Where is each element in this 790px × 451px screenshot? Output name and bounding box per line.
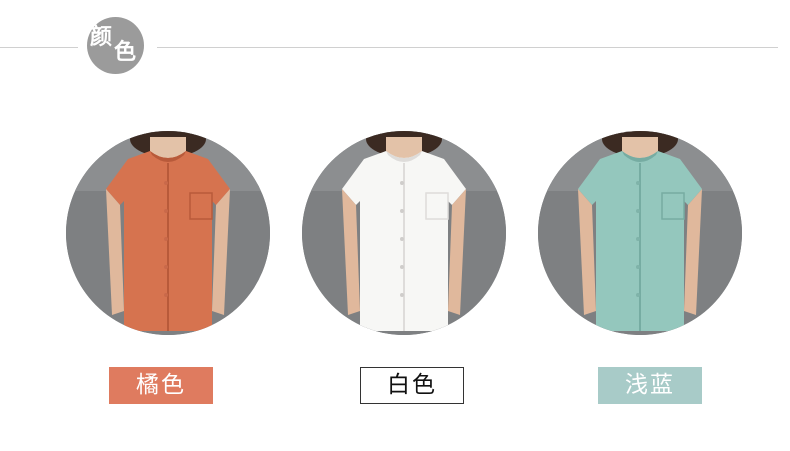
divider-line-right [157, 47, 778, 48]
section-title-char-2: 色 [114, 39, 137, 65]
color-option-white[interactable]: 白色 [360, 367, 464, 404]
divider-line-left [0, 47, 78, 48]
white-shirt-photo [302, 131, 506, 335]
section-title-badge: 颜 色 [87, 17, 144, 74]
orange-shirt-photo [66, 131, 270, 335]
color-option-light-blue[interactable]: 浅蓝 [598, 367, 702, 404]
white-shirt-illustration [302, 131, 506, 335]
orange-shirt-illustration [66, 131, 270, 335]
light-blue-shirt-illustration [538, 131, 742, 335]
section-title-char-1: 颜 [90, 24, 113, 50]
light-blue-shirt-photo [538, 131, 742, 335]
color-option-orange[interactable]: 橘色 [109, 367, 213, 404]
